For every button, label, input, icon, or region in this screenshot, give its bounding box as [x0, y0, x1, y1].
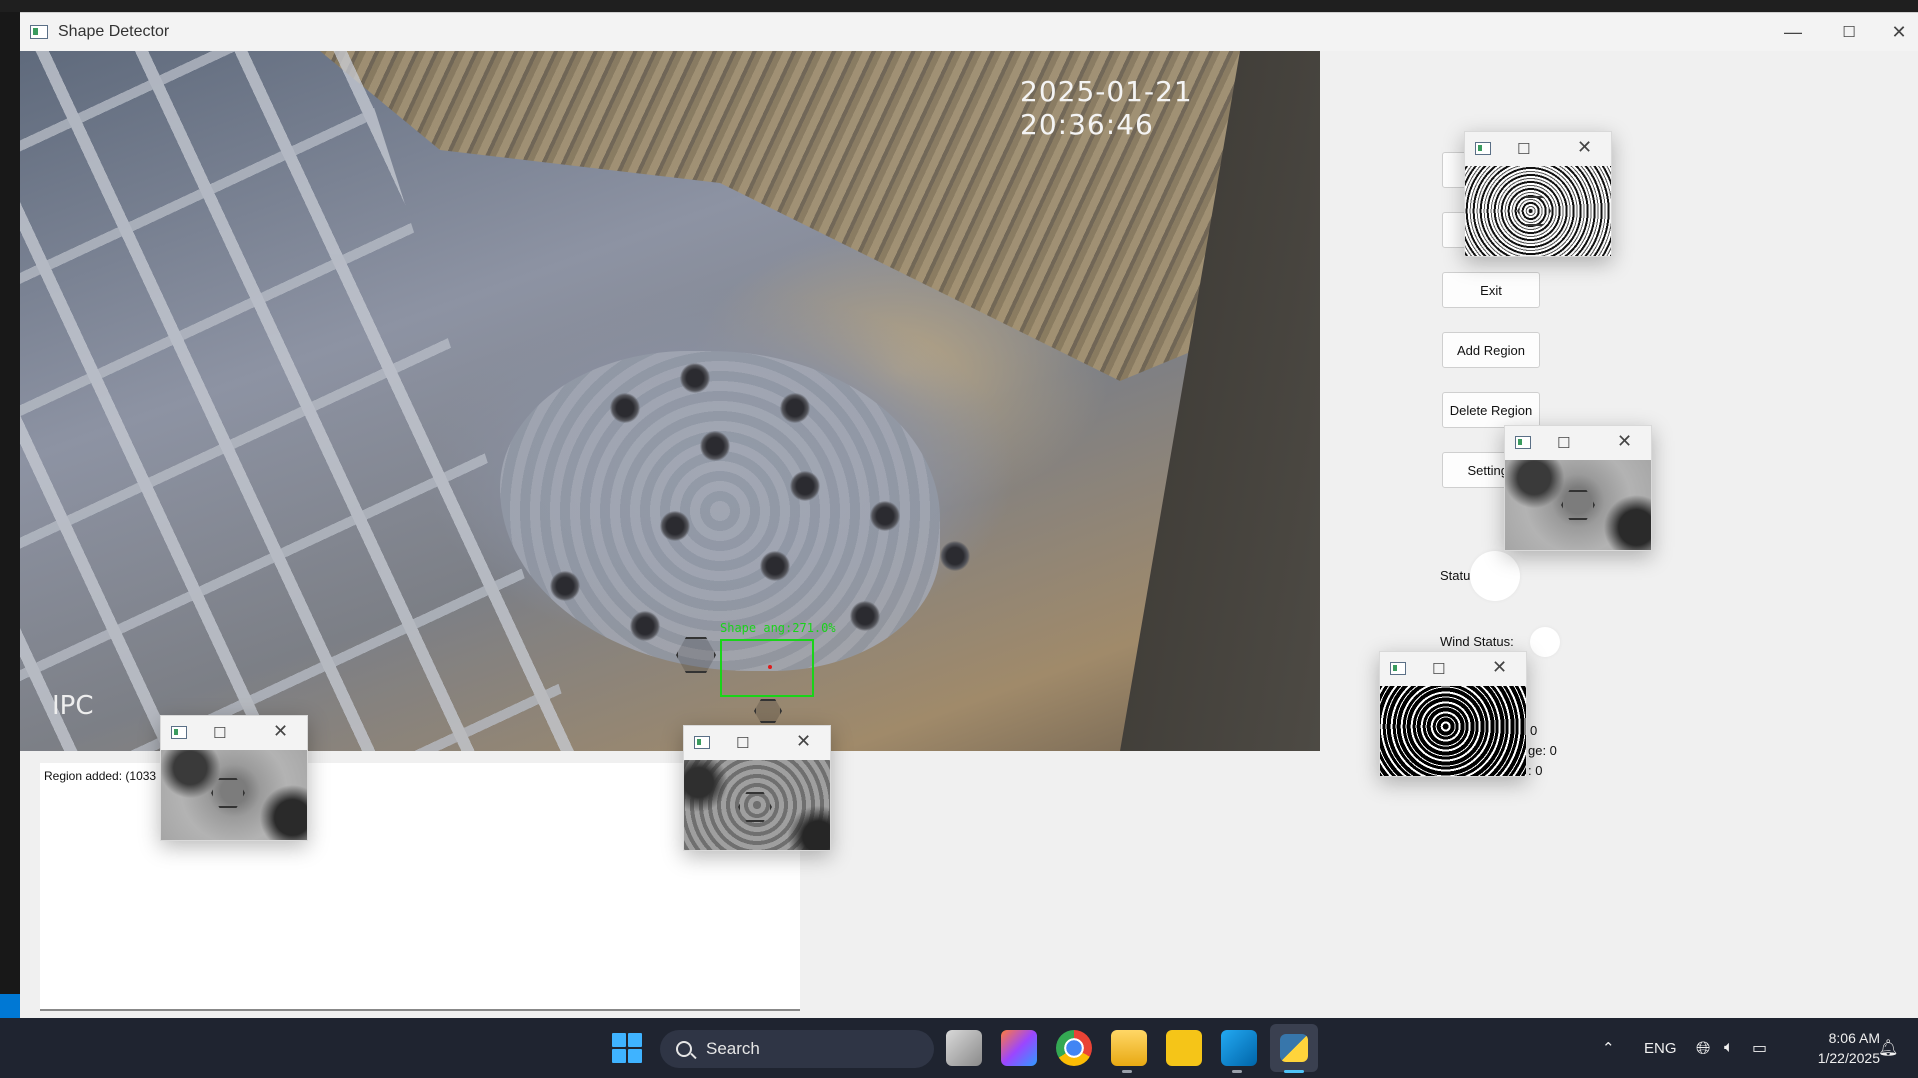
explorer-running-indicator	[1122, 1070, 1132, 1073]
vscode-icon[interactable]	[1221, 1030, 1257, 1066]
popup-window-icon	[171, 726, 187, 739]
popup-blur-view-2[interactable]: ☐ ✕	[160, 715, 308, 841]
stat-value-2: ge: 0	[1528, 743, 1557, 758]
popup-titlebar[interactable]: ☐ ✕	[1380, 652, 1526, 686]
stat-value-1: 0	[1530, 723, 1538, 738]
detection-bounding-box	[720, 639, 814, 697]
camera-drain	[550, 571, 580, 601]
camera-drain	[790, 471, 820, 501]
hexagon-outline	[211, 778, 245, 808]
vscode-running-indicator	[1232, 1070, 1242, 1073]
camera-drain	[870, 501, 900, 531]
player-icon[interactable]	[1166, 1030, 1202, 1066]
search-placeholder: Search	[706, 1039, 760, 1058]
status-indicator	[1470, 551, 1520, 601]
file-explorer-icon[interactable]	[1111, 1030, 1147, 1066]
popup-blur-view[interactable]: ☐ ✕	[1504, 425, 1652, 551]
popup-maximize-button[interactable]: ☐	[213, 724, 226, 742]
popup-titlebar[interactable]: ☐ ✕	[1505, 426, 1651, 460]
task-view-icon[interactable]	[946, 1030, 982, 1066]
popup-window-icon	[1475, 142, 1491, 155]
camera-timestamp: 2025-01-21 20:36:46	[1020, 75, 1193, 141]
delete-region-button[interactable]: Delete Region	[1442, 392, 1540, 428]
clock-time: 8:06 AM	[1828, 1030, 1880, 1046]
grayscale-image	[684, 760, 830, 850]
app-window-icon	[30, 25, 48, 39]
close-button[interactable]: ✕	[1870, 13, 1918, 51]
search-icon	[676, 1041, 692, 1057]
camera-drain	[680, 363, 710, 393]
camera-drain	[610, 393, 640, 423]
window-title: Shape Detector	[58, 23, 170, 40]
camera-drain	[660, 511, 690, 541]
hexagon-marker	[754, 699, 782, 723]
binary-image	[1380, 686, 1526, 776]
windows-start-icon[interactable]	[612, 1033, 642, 1063]
chrome-icon[interactable]	[1056, 1030, 1092, 1066]
camera-drain	[940, 541, 970, 571]
popup-close-button[interactable]: ✕	[1492, 657, 1507, 678]
popup-window-icon	[1390, 662, 1406, 675]
network-globe-icon[interactable]: 🌐︎	[1696, 1018, 1710, 1078]
camera-feed[interactable]: 2025-01-21 20:36:46 IPC Shape ang:271.0%	[20, 51, 1320, 751]
volume-icon[interactable]: 🔈︎	[1724, 1018, 1734, 1078]
wind-status-label: Wind Status:	[1440, 634, 1514, 649]
popup-titlebar[interactable]: ☐ ✕	[1465, 132, 1611, 166]
blur-image	[1505, 460, 1651, 550]
detection-label: Shape ang:271.0%	[720, 621, 836, 635]
copilot-icon[interactable]	[1001, 1030, 1037, 1066]
popup-binary-view[interactable]: ☐ ✕	[1379, 651, 1527, 777]
add-region-button[interactable]: Add Region	[1442, 332, 1540, 368]
popup-edge-view[interactable]: ☐ ✕	[1464, 131, 1612, 257]
popup-close-button[interactable]: ✕	[1577, 137, 1592, 158]
popup-maximize-button[interactable]: ☐	[1557, 434, 1570, 452]
detection-center-dot	[768, 665, 772, 669]
taskbar-search[interactable]: Search	[660, 1030, 934, 1068]
edge-image	[1465, 166, 1611, 256]
popup-window-icon	[1515, 436, 1531, 449]
log-line: Region added: (1033	[44, 769, 157, 783]
blur-image	[161, 750, 307, 840]
popup-gray-view[interactable]: ☐ ✕	[683, 725, 831, 851]
camera-drain	[700, 431, 730, 461]
battery-icon[interactable]: ▭	[1752, 1018, 1767, 1078]
background-editor-topbar	[0, 0, 1918, 12]
popup-close-button[interactable]: ✕	[796, 731, 811, 752]
hexagon-outline	[1517, 196, 1551, 226]
camera-drain	[760, 551, 790, 581]
camera-drain	[850, 601, 880, 631]
notification-bell-icon[interactable]: 🔔︎	[1878, 1018, 1898, 1078]
wind-status-indicator	[1530, 627, 1560, 657]
camera-drain	[780, 393, 810, 423]
window-titlebar[interactable]: Shape Detector — ☐ ✕	[20, 13, 1918, 51]
python-icon	[1280, 1034, 1308, 1062]
background-editor-sidebar	[0, 12, 20, 1018]
hexagon-outline	[1561, 490, 1595, 520]
taskbar-clock[interactable]: 8:06 AM 1/22/2025	[1790, 1028, 1880, 1068]
exit-button[interactable]: Exit	[1442, 272, 1540, 308]
clock-date: 1/22/2025	[1817, 1050, 1880, 1066]
popup-titlebar[interactable]: ☐ ✕	[161, 716, 307, 750]
taskbar: Search ⌃ ENG 🌐︎ 🔈︎ ▭ 8:06 AM 1/22/2025 🔔…	[0, 1018, 1918, 1078]
hexagon-outline	[738, 792, 772, 822]
language-indicator[interactable]: ENG	[1644, 1018, 1677, 1078]
minimize-button[interactable]: —	[1764, 13, 1822, 51]
python-running-indicator	[1284, 1070, 1304, 1073]
camera-watermark: IPC	[52, 691, 94, 721]
popup-maximize-button[interactable]: ☐	[1517, 140, 1530, 158]
popup-window-icon	[694, 736, 710, 749]
background-status-accent	[0, 994, 20, 1018]
stat-value-3: : 0	[1528, 763, 1543, 778]
popup-maximize-button[interactable]: ☐	[736, 734, 749, 752]
popup-close-button[interactable]: ✕	[1617, 431, 1632, 452]
camera-drain	[630, 611, 660, 641]
show-hidden-icons-chevron-icon[interactable]: ⌃	[1602, 1018, 1615, 1078]
popup-titlebar[interactable]: ☐ ✕	[684, 726, 830, 760]
popup-close-button[interactable]: ✕	[273, 721, 288, 742]
popup-maximize-button[interactable]: ☐	[1432, 660, 1445, 678]
